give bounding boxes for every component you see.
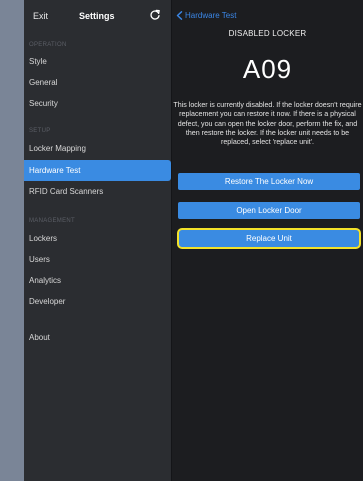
refresh-icon[interactable] bbox=[149, 8, 161, 20]
sidebar-item-analytics[interactable]: Analytics bbox=[24, 270, 171, 291]
sidebar-item-users[interactable]: Users bbox=[24, 249, 171, 270]
sidebar-item-security[interactable]: Security bbox=[24, 93, 171, 114]
section-label-management: MANAGEMENT bbox=[29, 218, 76, 224]
sidebar-title: Settings bbox=[79, 11, 115, 21]
back-button[interactable]: Hardware Test bbox=[176, 11, 236, 20]
exit-button[interactable]: Exit bbox=[33, 11, 48, 21]
replace-unit-button[interactable]: Replace Unit bbox=[177, 228, 361, 249]
sidebar-item-rfid-card-scanners[interactable]: RFID Card Scanners bbox=[24, 181, 171, 202]
sidebar-item-hardware-test[interactable]: Hardware Test bbox=[24, 160, 171, 181]
back-button-label: Hardware Test bbox=[185, 11, 237, 20]
sidebar-header: Exit Settings bbox=[24, 0, 171, 34]
sidebar-item-about[interactable]: About bbox=[24, 327, 171, 348]
status-message: This locker is currently disabled. If th… bbox=[173, 101, 362, 147]
chevron-left-icon bbox=[176, 11, 183, 20]
open-locker-door-button[interactable]: Open Locker Door bbox=[178, 202, 360, 219]
settings-sidebar: Exit Settings OPERATION Style General Se… bbox=[24, 0, 171, 481]
section-label-setup: SETUP bbox=[29, 128, 51, 134]
sidebar-item-developer[interactable]: Developer bbox=[24, 291, 171, 312]
section-label-operation: OPERATION bbox=[29, 42, 67, 48]
restore-locker-button[interactable]: Restore The Locker Now bbox=[178, 173, 360, 190]
sidebar-item-style[interactable]: Style bbox=[24, 51, 171, 72]
sidebar-item-locker-mapping[interactable]: Locker Mapping bbox=[24, 138, 171, 159]
sidebar-item-general[interactable]: General bbox=[24, 72, 171, 93]
page-title: DISABLED LOCKER bbox=[228, 29, 307, 38]
sidebar-item-lockers[interactable]: Lockers bbox=[24, 228, 171, 249]
locker-detail-panel: Hardware Test DISABLED LOCKER A09 This l… bbox=[172, 0, 363, 481]
locker-id: A09 bbox=[242, 54, 293, 84]
